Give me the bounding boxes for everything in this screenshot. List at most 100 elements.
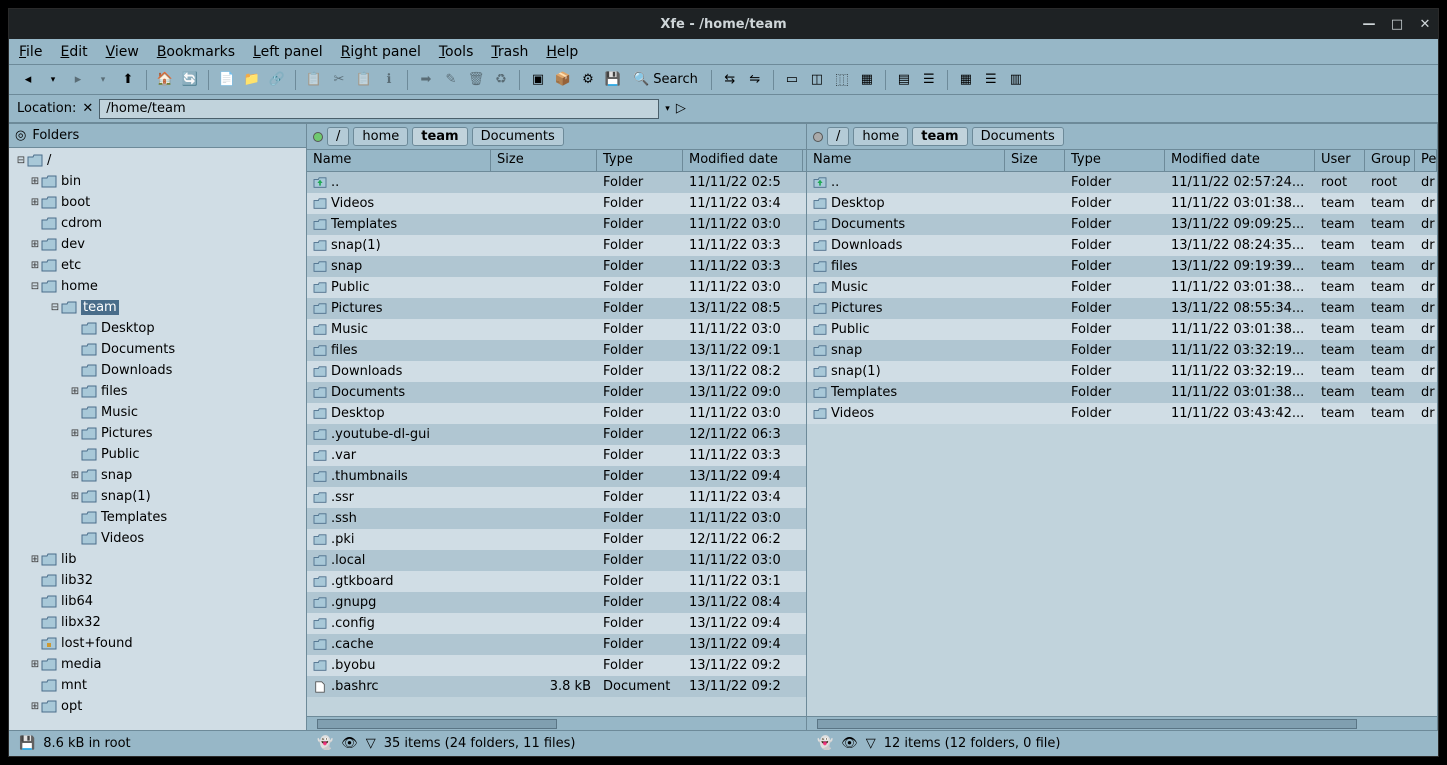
location-input[interactable]: /home/team [99,99,659,119]
tree-item[interactable]: ⊞lib [9,549,306,570]
menu-view[interactable]: View [106,44,139,60]
swap-button[interactable]: ⇋ [744,70,766,90]
tree-item[interactable]: mnt [9,675,306,696]
clear-location-icon[interactable]: ✕ [82,101,93,116]
breadcrumb-segment[interactable]: team [412,127,467,146]
layout2-button[interactable]: ◫ [806,70,828,90]
folder-tree[interactable]: ⊟/⊞bin⊞bootcdrom⊞dev⊞etc⊟home⊟teamDeskto… [9,148,306,730]
tree-item[interactable]: ⊟/ [9,150,306,171]
file-row[interactable]: MusicFolder11/11/22 03:01:38...teamteamd… [807,277,1437,298]
file-row[interactable]: DesktopFolder11/11/22 03:0 [307,403,806,424]
tree-item[interactable]: ⊞dev [9,234,306,255]
tree-item[interactable]: lost+found [9,633,306,654]
file-row[interactable]: TemplatesFolder11/11/22 03:01:38...teamt… [807,382,1437,403]
sync-button[interactable]: ⇆ [719,70,741,90]
file-row[interactable]: DownloadsFolder13/11/22 08:24:35...teamt… [807,235,1437,256]
filter-icon[interactable]: ▽ [866,736,876,751]
file-row[interactable]: .localFolder11/11/22 03:0 [307,550,806,571]
home-button[interactable]: 🏠 [154,70,176,90]
tree-item[interactable]: ⊞Pictures [9,423,306,444]
archive-button[interactable]: 📦 [552,70,574,90]
column-header[interactable]: Name [307,150,491,171]
file-row[interactable]: PicturesFolder13/11/22 08:55:34...teamte… [807,298,1437,319]
rename-button[interactable]: ✎ [440,70,462,90]
tree-item[interactable]: ⊞files [9,381,306,402]
terminal-button[interactable]: ▣ [527,70,549,90]
tree-item[interactable]: ⊟team [9,297,306,318]
file-row[interactable]: .gtkboardFolder11/11/22 03:1 [307,571,806,592]
file-row[interactable]: PicturesFolder13/11/22 08:5 [307,298,806,319]
cut-button[interactable]: ✂ [328,70,350,90]
tree-item[interactable]: ⊞snap [9,465,306,486]
filter-icon[interactable]: ▽ [366,736,376,751]
file-row[interactable]: VideosFolder11/11/22 03:43:42...teamteam… [807,403,1437,424]
layout3-button[interactable]: ⿲ [831,70,853,90]
hidden-icon[interactable]: 👁 [841,736,858,751]
breadcrumb-segment[interactable]: Documents [972,127,1064,146]
detail-button[interactable]: ▥ [1005,70,1027,90]
layout1-button[interactable]: ▭ [781,70,803,90]
copy-button[interactable]: 📋 [303,70,325,90]
refresh-button[interactable]: 🔄 [179,70,201,90]
file-row[interactable]: VideosFolder11/11/22 03:4 [307,193,806,214]
breadcrumb-segment[interactable]: home [353,127,408,146]
tree-item[interactable]: lib64 [9,591,306,612]
minimize-icon[interactable]: — [1362,17,1376,31]
delete-button[interactable]: 🗑 [465,70,487,90]
paste-button[interactable]: 📋 [353,70,375,90]
column-header[interactable]: Modified date [1165,150,1315,171]
file-row[interactable]: .youtube-dl-guiFolder12/11/22 06:3 [307,424,806,445]
file-row[interactable]: DesktopFolder11/11/22 03:01:38...teamtea… [807,193,1437,214]
menu-edit[interactable]: Edit [60,44,87,60]
file-row[interactable]: snap(1)Folder11/11/22 03:3 [307,235,806,256]
ghost-icon[interactable]: 👻 [817,736,833,751]
location-dropdown-icon[interactable]: ▾ [665,104,670,114]
close-icon[interactable]: ✕ [1418,17,1432,31]
back-button[interactable]: ◂ [17,70,39,90]
forward-button[interactable]: ▸ [67,70,89,90]
menu-file[interactable]: File [19,44,42,60]
breadcrumb-segment[interactable]: / [327,127,349,146]
tree-item[interactable]: libx32 [9,612,306,633]
tree-item[interactable]: ⊞opt [9,696,306,717]
go-button[interactable]: ▷ [676,101,686,116]
tree-item[interactable]: Templates [9,507,306,528]
file-row[interactable]: .thumbnailsFolder13/11/22 09:4 [307,466,806,487]
tree-item[interactable]: cdrom [9,213,306,234]
view1-button[interactable]: ▤ [893,70,915,90]
file-row[interactable]: .ssrFolder11/11/22 03:4 [307,487,806,508]
forward-dropdown-icon[interactable]: ▾ [92,70,114,90]
file-row[interactable]: .cacheFolder13/11/22 09:4 [307,634,806,655]
file-row[interactable]: DocumentsFolder13/11/22 09:0 [307,382,806,403]
view2-button[interactable]: ☰ [918,70,940,90]
left-scrollbar-h[interactable] [307,716,806,730]
menu-left-panel[interactable]: Left panel [253,44,323,60]
column-header[interactable]: Modified date [683,150,803,171]
file-row[interactable]: filesFolder13/11/22 09:19:39...teamteamd… [807,256,1437,277]
file-row[interactable]: PublicFolder11/11/22 03:01:38...teamteam… [807,319,1437,340]
tree-item[interactable]: ⊞boot [9,192,306,213]
tree-item[interactable]: ⊞etc [9,255,306,276]
breadcrumb-segment[interactable]: / [827,127,849,146]
file-row[interactable]: filesFolder13/11/22 09:1 [307,340,806,361]
file-row[interactable]: snapFolder11/11/22 03:32:19...teamteamdr [807,340,1437,361]
left-columns-header[interactable]: NameSizeTypeModified date [307,150,806,172]
column-header[interactable]: Group [1365,150,1415,171]
column-header[interactable]: Size [491,150,597,171]
right-scrollbar-h[interactable] [807,716,1437,730]
tree-item[interactable]: ⊞bin [9,171,306,192]
file-row[interactable]: snap(1)Folder11/11/22 03:32:19...teamtea… [807,361,1437,382]
breadcrumb-segment[interactable]: Documents [472,127,564,146]
breadcrumb-segment[interactable]: team [912,127,967,146]
new-file-button[interactable]: 📄 [216,70,238,90]
search-button[interactable]: 🔍 Search [627,70,704,90]
column-header[interactable]: Name [807,150,1005,171]
ghost-icon[interactable]: 👻 [317,736,333,751]
column-header[interactable]: Size [1005,150,1065,171]
file-row[interactable]: .bashrc3.8 kBDocument13/11/22 09:2 [307,676,806,697]
move-button[interactable]: ➡ [415,70,437,90]
menu-right-panel[interactable]: Right panel [341,44,421,60]
tree-item[interactable]: ⊞media [9,654,306,675]
layout4-button[interactable]: ▦ [856,70,878,90]
menu-trash[interactable]: Trash [491,44,528,60]
